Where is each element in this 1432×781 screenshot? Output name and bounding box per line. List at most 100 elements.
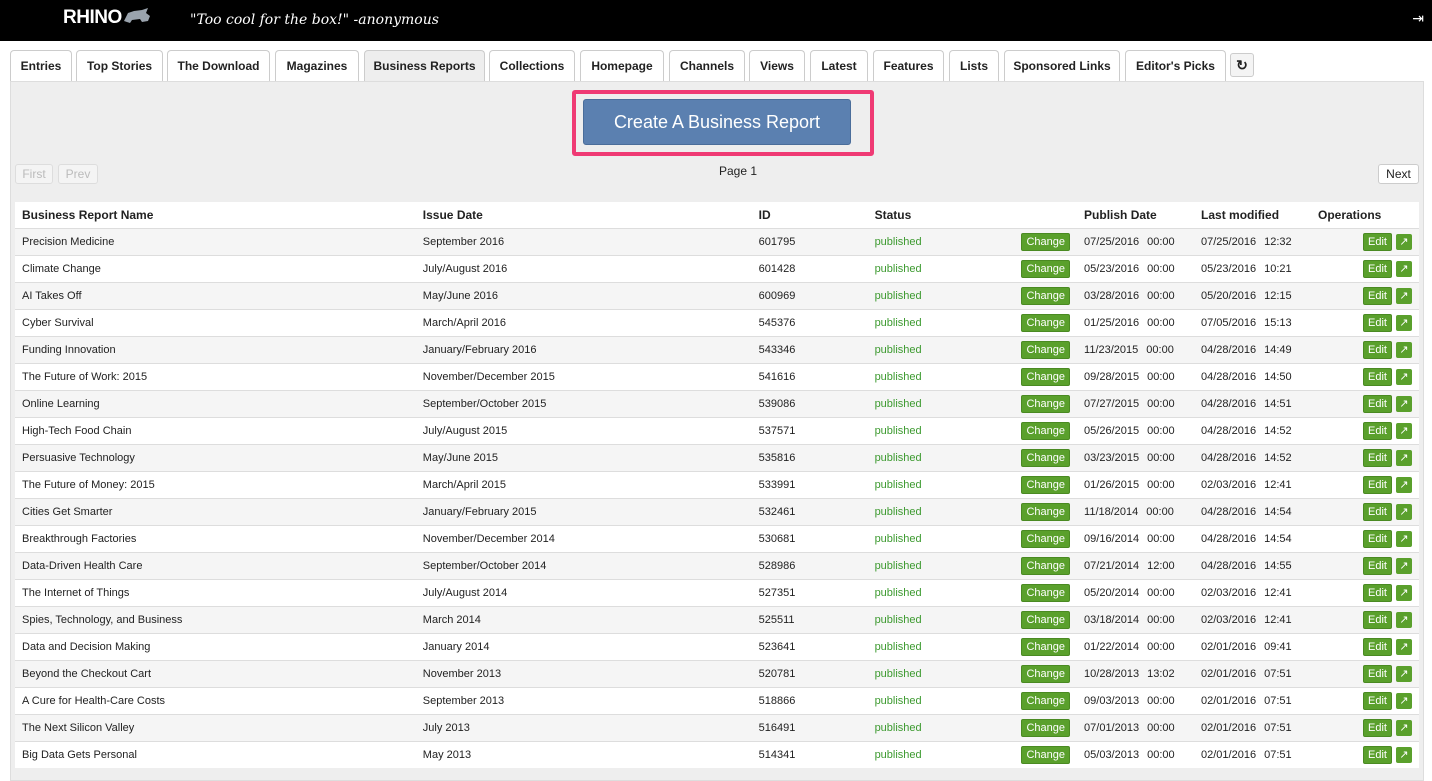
edit-button[interactable]: Edit bbox=[1363, 367, 1392, 386]
report-name[interactable]: Beyond the Checkout Cart bbox=[15, 659, 416, 687]
change-status-button[interactable]: Change bbox=[1021, 394, 1071, 413]
external-link-icon[interactable]: ↗ bbox=[1396, 233, 1412, 250]
external-link-icon[interactable]: ↗ bbox=[1396, 395, 1412, 412]
logout-icon[interactable]: ⇥ bbox=[1412, 10, 1424, 27]
edit-button[interactable]: Edit bbox=[1363, 556, 1392, 575]
edit-button[interactable]: Edit bbox=[1363, 529, 1392, 548]
external-link-icon[interactable]: ↗ bbox=[1396, 557, 1412, 574]
edit-button[interactable]: Edit bbox=[1363, 421, 1392, 440]
edit-button[interactable]: Edit bbox=[1363, 718, 1392, 737]
change-status-button[interactable]: Change bbox=[1021, 745, 1071, 764]
change-status-button[interactable]: Change bbox=[1021, 637, 1071, 656]
tab-entries[interactable]: Entries bbox=[10, 50, 72, 81]
edit-button[interactable]: Edit bbox=[1363, 475, 1392, 494]
column-header-status[interactable]: Status bbox=[867, 202, 1015, 229]
change-status-button[interactable]: Change bbox=[1021, 502, 1071, 521]
tab-lists[interactable]: Lists bbox=[949, 50, 999, 81]
edit-button[interactable]: Edit bbox=[1363, 502, 1392, 521]
change-status-button[interactable]: Change bbox=[1021, 691, 1071, 710]
change-status-button[interactable]: Change bbox=[1021, 610, 1071, 629]
external-link-icon[interactable]: ↗ bbox=[1396, 368, 1412, 385]
tab-the-download[interactable]: The Download bbox=[167, 50, 270, 81]
change-status-button[interactable]: Change bbox=[1021, 664, 1071, 683]
external-link-icon[interactable]: ↗ bbox=[1396, 530, 1412, 547]
edit-button[interactable]: Edit bbox=[1363, 637, 1392, 656]
external-link-icon[interactable]: ↗ bbox=[1396, 692, 1412, 709]
report-name[interactable]: Breakthrough Factories bbox=[15, 524, 416, 552]
prev-page-button[interactable]: Prev bbox=[58, 164, 98, 184]
column-header-name[interactable]: Business Report Name bbox=[15, 202, 416, 229]
report-name[interactable]: Spies, Technology, and Business bbox=[15, 605, 416, 633]
report-name[interactable]: Funding Innovation bbox=[15, 335, 416, 363]
tab-magazines[interactable]: Magazines bbox=[275, 50, 359, 81]
tab-channels[interactable]: Channels bbox=[669, 50, 745, 81]
app-logo[interactable]: RHINO bbox=[63, 7, 152, 29]
edit-button[interactable]: Edit bbox=[1363, 340, 1392, 359]
report-name[interactable]: AI Takes Off bbox=[15, 281, 416, 309]
external-link-icon[interactable]: ↗ bbox=[1396, 341, 1412, 358]
tab-homepage[interactable]: Homepage bbox=[580, 50, 664, 81]
report-name[interactable]: Cyber Survival bbox=[15, 308, 416, 336]
report-name[interactable]: A Cure for Health-Care Costs bbox=[15, 686, 416, 714]
edit-button[interactable]: Edit bbox=[1363, 745, 1392, 764]
edit-button[interactable]: Edit bbox=[1363, 313, 1392, 332]
tab-features[interactable]: Features bbox=[873, 50, 944, 81]
tab-collections[interactable]: Collections bbox=[489, 50, 575, 81]
report-name[interactable]: Data and Decision Making bbox=[15, 632, 416, 660]
report-name[interactable]: Online Learning bbox=[15, 389, 416, 417]
column-header-issue-date[interactable]: Issue Date bbox=[415, 202, 752, 229]
edit-button[interactable]: Edit bbox=[1363, 691, 1392, 710]
report-name[interactable]: The Future of Work: 2015 bbox=[15, 362, 416, 390]
report-name[interactable]: Persuasive Technology bbox=[15, 443, 416, 471]
column-header-publish-date[interactable]: Publish Date bbox=[1077, 202, 1195, 229]
external-link-icon[interactable]: ↗ bbox=[1396, 449, 1412, 466]
change-status-button[interactable]: Change bbox=[1021, 367, 1071, 386]
change-status-button[interactable]: Change bbox=[1021, 313, 1071, 332]
edit-button[interactable]: Edit bbox=[1363, 232, 1392, 251]
edit-button[interactable]: Edit bbox=[1363, 394, 1392, 413]
edit-button[interactable]: Edit bbox=[1363, 610, 1392, 629]
change-status-button[interactable]: Change bbox=[1021, 448, 1071, 467]
change-status-button[interactable]: Change bbox=[1021, 556, 1071, 575]
external-link-icon[interactable]: ↗ bbox=[1396, 719, 1412, 736]
edit-button[interactable]: Edit bbox=[1363, 448, 1392, 467]
refresh-icon[interactable]: ↻ bbox=[1230, 53, 1254, 77]
change-status-button[interactable]: Change bbox=[1021, 529, 1071, 548]
external-link-icon[interactable]: ↗ bbox=[1396, 665, 1412, 682]
report-name[interactable]: Climate Change bbox=[15, 254, 416, 282]
tab-latest[interactable]: Latest bbox=[810, 50, 868, 81]
tab-views[interactable]: Views bbox=[749, 50, 805, 81]
edit-button[interactable]: Edit bbox=[1363, 286, 1392, 305]
change-status-button[interactable]: Change bbox=[1021, 718, 1071, 737]
change-status-button[interactable]: Change bbox=[1021, 421, 1071, 440]
report-name[interactable]: High-Tech Food Chain bbox=[15, 416, 416, 444]
change-status-button[interactable]: Change bbox=[1021, 286, 1071, 305]
tab-business-reports[interactable]: Business Reports bbox=[364, 50, 485, 81]
next-page-button[interactable]: Next bbox=[1378, 164, 1419, 184]
external-link-icon[interactable]: ↗ bbox=[1396, 746, 1412, 763]
report-name[interactable]: Cities Get Smarter bbox=[15, 497, 416, 525]
external-link-icon[interactable]: ↗ bbox=[1396, 584, 1412, 601]
external-link-icon[interactable]: ↗ bbox=[1396, 638, 1412, 655]
external-link-icon[interactable]: ↗ bbox=[1396, 611, 1412, 628]
edit-button[interactable]: Edit bbox=[1363, 259, 1392, 278]
tab-top-stories[interactable]: Top Stories bbox=[76, 50, 163, 81]
report-name[interactable]: Big Data Gets Personal bbox=[15, 740, 416, 768]
external-link-icon[interactable]: ↗ bbox=[1396, 287, 1412, 304]
tab-editors-picks[interactable]: Editor's Picks bbox=[1125, 50, 1226, 81]
change-status-button[interactable]: Change bbox=[1021, 232, 1071, 251]
report-name[interactable]: Precision Medicine bbox=[15, 227, 416, 255]
external-link-icon[interactable]: ↗ bbox=[1396, 260, 1412, 277]
report-name[interactable]: Data-Driven Health Care bbox=[15, 551, 416, 579]
create-business-report-button[interactable]: Create A Business Report bbox=[583, 99, 851, 145]
report-name[interactable]: The Internet of Things bbox=[15, 578, 416, 606]
external-link-icon[interactable]: ↗ bbox=[1396, 314, 1412, 331]
change-status-button[interactable]: Change bbox=[1021, 583, 1071, 602]
change-status-button[interactable]: Change bbox=[1021, 259, 1071, 278]
edit-button[interactable]: Edit bbox=[1363, 583, 1392, 602]
first-page-button[interactable]: First bbox=[15, 164, 53, 184]
external-link-icon[interactable]: ↗ bbox=[1396, 503, 1412, 520]
change-status-button[interactable]: Change bbox=[1021, 340, 1071, 359]
column-header-id[interactable]: ID bbox=[751, 202, 868, 229]
report-name[interactable]: The Future of Money: 2015 bbox=[15, 470, 416, 498]
